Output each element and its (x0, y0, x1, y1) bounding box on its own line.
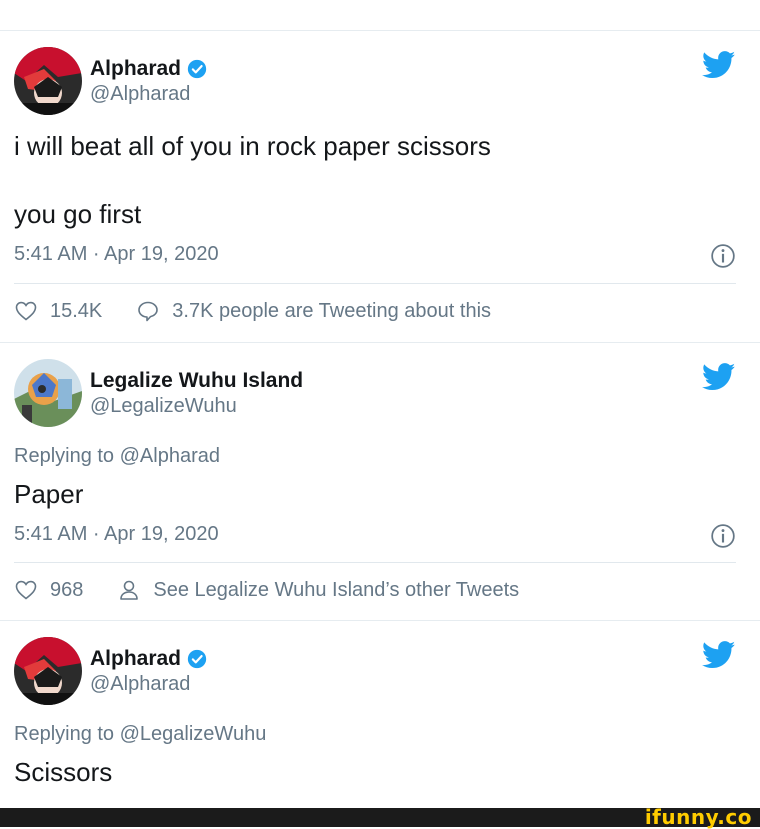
speech-bubble-icon[interactable] (136, 299, 160, 323)
replying-prefix: Replying to (14, 723, 115, 745)
display-name[interactable]: Legalize Wuhu Island (90, 369, 303, 393)
display-name-text[interactable]: Alpharad (90, 647, 181, 671)
verified-badge-icon (187, 59, 207, 79)
info-icon[interactable] (710, 243, 736, 269)
tweet-card-1: Alpharad @Alpharad i will beat all of yo… (0, 30, 760, 343)
tweet-timestamp[interactable]: 5:41 AM · Apr 19, 2020 (14, 523, 219, 546)
replying-prefix: Replying to (14, 445, 115, 467)
person-icon[interactable] (117, 578, 141, 602)
info-icon[interactable] (710, 523, 736, 549)
tweet-card-3: Alpharad @Alpharad Replying to @Legalize… (0, 620, 760, 809)
tweet-text: Scissors (14, 757, 113, 787)
twitter-bird-icon[interactable] (702, 51, 736, 79)
watermark-bar: ifunny.co (0, 805, 760, 829)
tweeting-about-action[interactable]: 3.7K people are Tweeting about this (136, 299, 491, 323)
like-action[interactable]: 15.4K (14, 299, 102, 323)
tweet-actions: 15.4K 3.7K people are Tweeting about thi… (14, 299, 525, 323)
avatar[interactable] (14, 47, 82, 115)
heart-icon[interactable] (14, 578, 38, 602)
replying-to: Replying to @Alpharad (14, 445, 220, 468)
user-handle[interactable]: @Alpharad (90, 83, 190, 106)
tweet-timestamp[interactable]: 5:41 AM · Apr 19, 2020 (14, 243, 219, 266)
like-count: 968 (50, 578, 84, 601)
tweet-card-2: Legalize Wuhu Island @LegalizeWuhu Reply… (0, 342, 760, 621)
tweet-actions: 968 See Legalize Wuhu Island’s other Twe… (14, 578, 553, 602)
display-name[interactable]: Alpharad (90, 57, 207, 81)
tweet-text: Paper (14, 479, 84, 509)
other-tweets-text[interactable]: See Legalize Wuhu Island’s other Tweets (153, 579, 519, 602)
replying-mention[interactable]: @Alpharad (120, 445, 220, 467)
verified-badge-icon (187, 649, 207, 669)
display-name-text[interactable]: Alpharad (90, 57, 181, 81)
other-tweets-action[interactable]: See Legalize Wuhu Island’s other Tweets (117, 578, 519, 602)
replying-to: Replying to @LegalizeWuhu (14, 723, 266, 746)
divider (14, 283, 736, 284)
twitter-bird-icon[interactable] (702, 641, 736, 669)
avatar[interactable] (14, 637, 82, 705)
user-handle[interactable]: @Alpharad (90, 673, 190, 696)
like-count: 15.4K (50, 299, 103, 322)
tweet-text-line-2: you go first (14, 199, 142, 229)
twitter-bird-icon[interactable] (702, 363, 736, 391)
heart-icon[interactable] (14, 299, 38, 323)
display-name[interactable]: Alpharad (90, 647, 207, 671)
display-name-text[interactable]: Legalize Wuhu Island (90, 369, 303, 393)
user-handle[interactable]: @LegalizeWuhu (90, 395, 237, 418)
replying-mention[interactable]: @LegalizeWuhu (120, 723, 267, 745)
tweeting-about-text[interactable]: 3.7K people are Tweeting about this (172, 300, 491, 323)
like-action[interactable]: 968 (14, 578, 83, 602)
avatar[interactable] (14, 359, 82, 427)
ifunny-watermark: ifunny.co (644, 805, 752, 829)
tweet-text-line-1: i will beat all of you in rock paper sci… (14, 131, 491, 161)
divider (14, 562, 736, 563)
